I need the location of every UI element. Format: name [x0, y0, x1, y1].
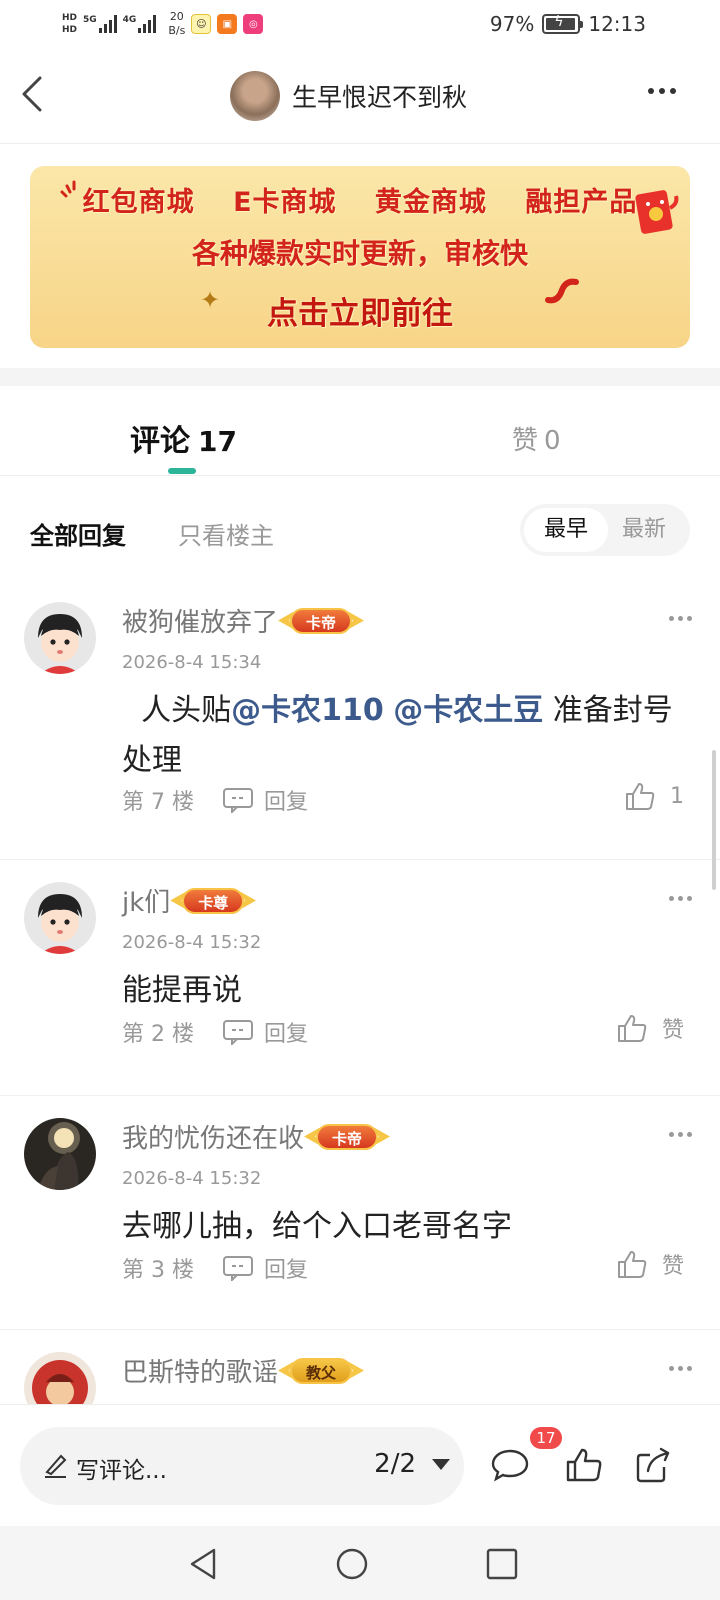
level-badge: 卡帝 — [316, 1123, 379, 1150]
charging-icon: ϟ — [554, 14, 564, 30]
username[interactable]: 巴斯特的歌谣 — [122, 1352, 278, 1389]
like-count: 1 — [670, 783, 684, 809]
nav-back-icon[interactable] — [186, 1546, 222, 1582]
sort-latest-button[interactable]: 最新 — [604, 508, 684, 552]
mention-link[interactable]: @卡农土豆 — [393, 693, 543, 728]
tab-likes[interactable]: 赞0 — [512, 420, 561, 457]
like-button[interactable]: 1 — [624, 780, 684, 812]
page-indicator[interactable]: 2/2 — [374, 1449, 416, 1479]
system-nav-bar — [0, 1526, 720, 1600]
section-divider — [0, 368, 720, 386]
like-label: 赞 — [661, 1254, 684, 1279]
comment-time: 2026-8-4 15:34 — [122, 652, 262, 673]
comment-text: 能提再说 — [122, 973, 242, 1008]
comment-like-tabs: 评论 17 赞0 — [0, 386, 720, 476]
cartoon-app-icon: ☺ — [191, 14, 212, 34]
comment-placeholder: 写评论... — [76, 1458, 167, 1484]
reply-filter-row: 全部回复 只看楼主 最早 最新 — [0, 476, 720, 580]
battery-percent: 97% — [489, 12, 535, 36]
floor-number: 第 3 楼 — [122, 1258, 194, 1283]
username[interactable]: jk们 — [122, 882, 170, 919]
comment-more-icon[interactable] — [669, 896, 692, 901]
level-badge: 卡尊 — [182, 887, 245, 914]
comment-time: 2026-8-4 15:32 — [122, 932, 262, 953]
comment-input-bar: 写评论... 2/2 17 — [0, 1404, 720, 1526]
comment-more-icon[interactable] — [669, 1132, 692, 1137]
reply-bubble-icon — [222, 788, 253, 813]
tab-comments[interactable]: 评论 17 — [130, 416, 237, 460]
comment-more-icon[interactable] — [669, 1366, 692, 1371]
comment-item: 我的忧伤还在收 卡帝 2026-8-4 15:32 去哪儿抽，给个入口老哥名字 … — [0, 1096, 720, 1330]
user-avatar[interactable] — [24, 1118, 96, 1190]
poster-avatar[interactable] — [230, 71, 280, 121]
username[interactable]: 我的忧伤还在收 — [122, 1118, 304, 1155]
sort-toggle: 最早 最新 — [520, 504, 690, 556]
battery-icon: ϟ — [542, 14, 584, 34]
comment-item: jk们 卡尊 2026-8-4 15:32 能提再说 第 2 楼 回复 赞 — [0, 860, 720, 1096]
clock: 12:13 — [588, 12, 646, 36]
signal-bars-icon — [138, 15, 157, 33]
user-avatar[interactable] — [24, 1352, 96, 1404]
comment-more-icon[interactable] — [669, 616, 692, 621]
comment-count-badge: 17 — [530, 1427, 562, 1449]
nav-recents-icon[interactable] — [484, 1546, 520, 1582]
comment-text: 人头贴@卡农110 @卡农土豆 准备封号处理 — [122, 693, 673, 778]
thumbs-up-icon — [626, 783, 655, 810]
banner-line-2: 各种爆款实时更新，审核快 — [191, 237, 528, 270]
thumbs-up-icon[interactable] — [564, 1445, 604, 1485]
ribbon-decoration-icon — [545, 278, 579, 304]
level-badge: 教父 — [290, 1357, 353, 1384]
like-button[interactable]: 赞 — [616, 1012, 684, 1044]
poster-name[interactable]: 生早恨迟不到秋 — [292, 78, 467, 114]
like-button[interactable]: 赞 — [616, 1248, 684, 1280]
shopping-app-icon: ▣ — [217, 14, 238, 34]
reply-button[interactable]: 回复 — [222, 1016, 308, 1048]
reply-button[interactable]: 回复 — [222, 1252, 308, 1284]
signal-4g: 4G — [123, 15, 157, 33]
like-label: 赞 — [661, 1018, 684, 1043]
promo-banner[interactable]: 红包商城 E卡商城 黄金商城 融担产品 各种爆款实时更新，审核快 ✦ 点击立即前… — [30, 166, 690, 348]
reply-button[interactable]: 回复 — [222, 784, 308, 816]
page-dropdown-icon[interactable] — [432, 1459, 450, 1470]
signal-5g: 5G — [83, 15, 117, 33]
banner-cta[interactable]: 点击立即前往 — [30, 288, 690, 333]
more-options-icon[interactable] — [648, 88, 676, 94]
mention-link[interactable]: @卡农110 — [231, 693, 384, 728]
user-avatar[interactable] — [24, 882, 96, 954]
level-badge: 卡帝 — [290, 607, 353, 634]
back-arrow-icon[interactable] — [18, 72, 58, 116]
banner-line-1: 红包商城 E卡商城 黄金商城 融担产品 — [82, 187, 638, 218]
floor-number: 第 2 楼 — [122, 1022, 194, 1047]
hd-indicator: HD HD — [62, 13, 78, 35]
filter-all-replies[interactable]: 全部回复 — [30, 516, 126, 551]
poster-info[interactable]: 生早恨迟不到秋 — [230, 68, 467, 124]
share-icon[interactable] — [634, 1445, 674, 1485]
pen-icon — [45, 1454, 67, 1478]
sort-earliest-button[interactable]: 最早 — [524, 508, 608, 552]
network-speed: 20 B/s — [168, 10, 186, 37]
username[interactable]: 被狗催放弃了 — [122, 602, 278, 639]
comment-time: 2026-8-4 15:32 — [122, 1168, 262, 1189]
status-bar: HD HD 5G 4G 20 B/s ☺ ▣ ◎ 97% ϟ 12:13 — [0, 0, 720, 48]
comments-icon[interactable] — [490, 1445, 530, 1485]
reply-bubble-icon — [222, 1020, 253, 1045]
comment-item: 被狗催放弃了 卡帝 2026-8-4 15:34 人头贴@卡农110 @卡农土豆… — [0, 580, 720, 860]
floor-number: 第 7 楼 — [122, 790, 194, 815]
active-tab-indicator — [168, 468, 196, 474]
reply-bubble-icon — [222, 1256, 253, 1281]
video-app-icon: ◎ — [243, 14, 264, 34]
signal-bars-icon — [98, 15, 117, 33]
top-app-bar: 生早恨迟不到秋 — [0, 48, 720, 144]
nav-home-icon[interactable] — [334, 1546, 370, 1582]
comment-item: 巴斯特的歌谣 教父 — [0, 1330, 720, 1404]
thumbs-up-icon — [617, 1015, 647, 1042]
thumbs-up-icon — [617, 1251, 647, 1278]
write-comment-input[interactable]: 写评论... 2/2 — [20, 1427, 464, 1505]
filter-owner-only[interactable]: 只看楼主 — [178, 516, 274, 551]
scrollbar[interactable] — [712, 750, 716, 890]
user-avatar[interactable] — [24, 602, 96, 674]
comment-text: 去哪儿抽，给个入口老哥名字 — [122, 1209, 512, 1244]
